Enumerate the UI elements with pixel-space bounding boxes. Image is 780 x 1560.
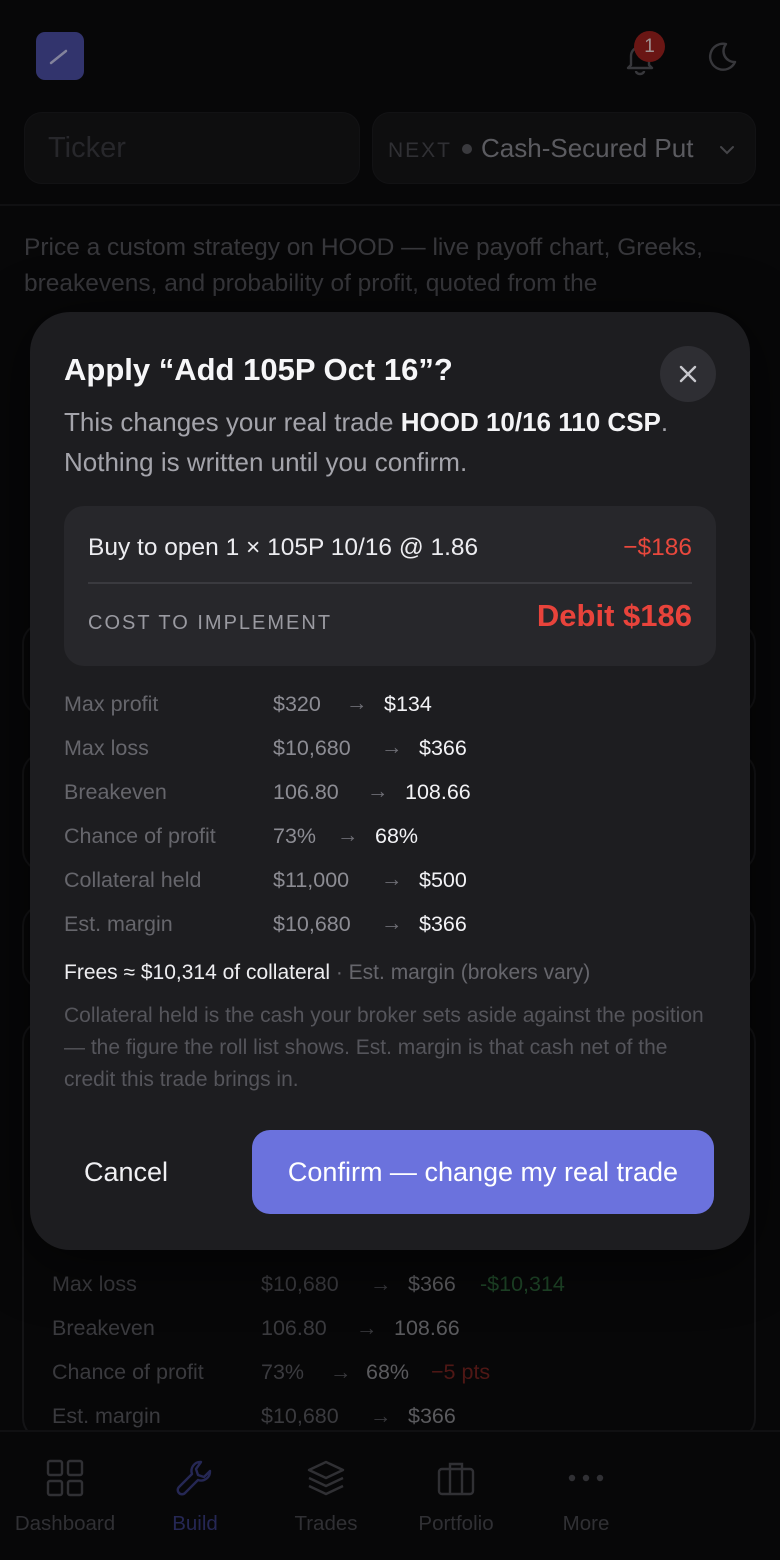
desc-prefix: This changes your real trade bbox=[64, 407, 401, 437]
metric-label: Chance of profit bbox=[64, 824, 216, 848]
cost-value: Debit $186 bbox=[536, 598, 692, 633]
arrow-right-icon: → bbox=[381, 867, 403, 891]
metric-label: Est. margin bbox=[64, 912, 173, 936]
dialog-description: This changes your real trade HOOD 10/16 … bbox=[64, 402, 704, 482]
cost-label: COST TO IMPLEMENT bbox=[88, 612, 333, 634]
metric-after: 108.66 bbox=[405, 780, 471, 804]
metric-after: $500 bbox=[419, 868, 467, 892]
frees-note: · Est. margin (brokers vary) bbox=[330, 961, 591, 984]
frees-text: Frees ≈ $10,314 of collateral bbox=[64, 961, 331, 984]
dialog-title: Apply “Add 105P Oct 16”? bbox=[64, 352, 453, 387]
metric-label: Max loss bbox=[64, 736, 149, 760]
metric-label: Breakeven bbox=[64, 780, 167, 804]
cost-summary: Buy to open 1 × 105P 10/16 @ 1.86 −$186 … bbox=[64, 506, 716, 666]
metric-label: Collateral held bbox=[64, 868, 202, 892]
metric-row: Est. margin $10,680 → $366 bbox=[64, 911, 716, 942]
apply-trade-dialog: Apply “Add 105P Oct 16”? This changes yo… bbox=[30, 312, 750, 1250]
metric-before: $320 bbox=[273, 692, 321, 716]
arrow-right-icon: → bbox=[346, 691, 368, 715]
close-icon bbox=[679, 365, 697, 383]
metric-before: $10,680 bbox=[273, 912, 351, 936]
metric-row: Max loss $10,680 → $366 bbox=[64, 735, 716, 766]
summary-divider bbox=[88, 582, 692, 584]
metric-before: 106.80 bbox=[273, 780, 339, 804]
arrow-right-icon: → bbox=[381, 911, 403, 935]
metric-after: $366 bbox=[419, 736, 467, 760]
metric-row: Collateral held $11,000 → $500 bbox=[64, 867, 716, 898]
metric-before: 73% bbox=[273, 824, 317, 848]
arrow-right-icon: → bbox=[337, 823, 359, 847]
metric-after: $134 bbox=[384, 692, 432, 716]
metric-before: $11,000 bbox=[273, 868, 350, 892]
close-button[interactable] bbox=[660, 346, 716, 402]
metric-before: $10,680 bbox=[273, 736, 351, 760]
arrow-right-icon: → bbox=[367, 779, 389, 803]
metric-after: $366 bbox=[419, 912, 467, 936]
metric-row: Max profit $320 → $134 bbox=[64, 691, 716, 722]
cancel-button[interactable]: Cancel bbox=[84, 1130, 212, 1214]
confirm-button[interactable]: Confirm — change my real trade bbox=[252, 1130, 714, 1214]
leg-cost: −$186 bbox=[623, 534, 692, 561]
footnote: Collateral held is the cash your broker … bbox=[64, 1004, 704, 1091]
metric-label: Max profit bbox=[64, 692, 159, 716]
metric-row: Chance of profit 73% → 68% bbox=[64, 823, 716, 854]
metric-row: Breakeven 106.80 → 108.66 bbox=[64, 779, 716, 810]
frees-collateral: Frees ≈ $10,314 of collateral · Est. mar… bbox=[64, 961, 590, 985]
leg-description: Buy to open 1 × 105P 10/16 @ 1.86 bbox=[88, 534, 479, 561]
trade-name: HOOD 10/16 110 CSP bbox=[400, 407, 661, 437]
arrow-right-icon: → bbox=[381, 735, 403, 759]
metric-after: 68% bbox=[375, 824, 419, 848]
